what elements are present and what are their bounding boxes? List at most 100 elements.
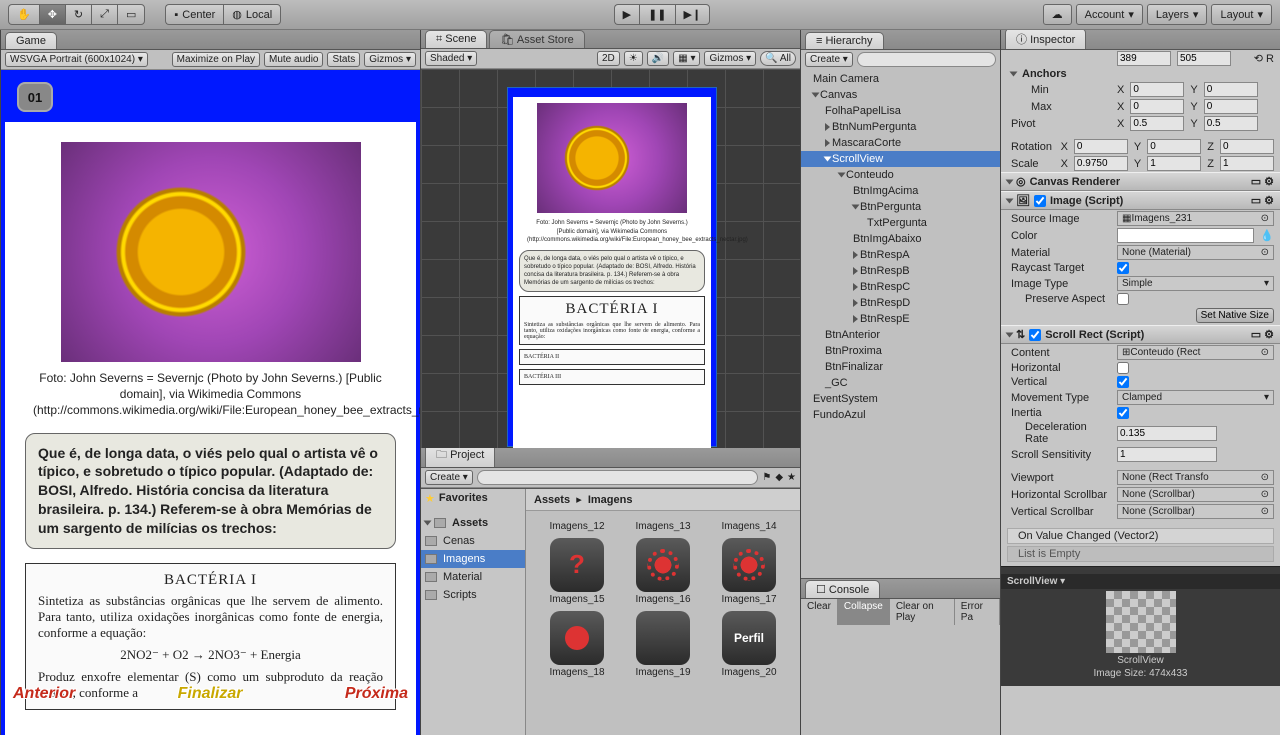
rotate-tool[interactable]: ↻ (65, 4, 91, 25)
set-native-size-button[interactable]: Set Native Size (1196, 308, 1274, 323)
pivot-local-button[interactable]: ◍ Local (223, 4, 281, 25)
search-save-icon[interactable]: ★ (787, 472, 796, 483)
image-enabled[interactable] (1034, 195, 1046, 207)
hier-ant[interactable]: BtnAnterior (801, 327, 1000, 343)
tab-scene[interactable]: ⌗ Scene (425, 30, 487, 48)
scrollrect-enabled[interactable] (1029, 329, 1041, 341)
asset-item[interactable]: Imagens_18 (538, 611, 616, 678)
asset-item[interactable]: Imagens_19 (624, 611, 702, 678)
tab-game[interactable]: Game (5, 32, 57, 49)
hier-resp-d[interactable]: BtnRespD (801, 295, 1000, 311)
rot-x[interactable] (1074, 139, 1128, 154)
scene-viewport[interactable]: Foto: John Severns = Severnjc (Photo by … (421, 69, 800, 447)
horizontal-checkbox[interactable] (1117, 362, 1129, 374)
hier-main-camera[interactable]: Main Camera (801, 71, 1000, 87)
asset-item[interactable]: Imagens_17 (710, 538, 788, 605)
favorites-row[interactable]: ★Favorites (421, 489, 525, 508)
hier-btnnum[interactable]: BtnNumPergunta (801, 119, 1000, 135)
aspect-dropdown[interactable]: WSVGA Portrait (600x1024) ▾ (5, 52, 148, 67)
audio-toggle-icon[interactable]: 🔊 (647, 51, 669, 66)
pause-button[interactable]: ❚❚ (639, 4, 674, 25)
fx-toggle-icon[interactable]: ▦ ▾ (673, 51, 700, 66)
hierarchy-search[interactable] (857, 52, 996, 67)
anchor-min-y[interactable] (1204, 82, 1258, 97)
move-tool[interactable]: ✥ (39, 4, 65, 25)
anchor-max-x[interactable] (1130, 99, 1184, 114)
hier-resp-a[interactable]: BtnRespA (801, 247, 1000, 263)
viewport-slot[interactable]: None (Rect Transfo⊙ (1117, 470, 1274, 485)
layout-dropdown[interactable]: Layout ▾ (1211, 4, 1272, 25)
color-field[interactable] (1117, 228, 1254, 243)
hier-prox[interactable]: BtnProxima (801, 343, 1000, 359)
cloud-button[interactable]: ☁ (1043, 4, 1072, 25)
mute-toggle[interactable]: Mute audio (264, 52, 323, 67)
draw-mode-dropdown[interactable]: Shaded ▾ (425, 51, 477, 66)
hier-btn-pergunta[interactable]: BtnPergunta (801, 199, 1000, 215)
hier-folha[interactable]: FolhaPapelLisa (801, 103, 1000, 119)
console-error-pause[interactable]: Error Pa (955, 599, 1000, 625)
imagetype-dropdown[interactable]: Simple▾ (1117, 276, 1274, 291)
hierarchy-create-dropdown[interactable]: Create ▾ (805, 52, 853, 67)
hier-resp-e[interactable]: BtnRespE (801, 311, 1000, 327)
scene-search[interactable]: 🔍 All (760, 51, 796, 66)
project-breadcrumb[interactable]: Assets ▸ Imagens (526, 489, 800, 511)
rot-z[interactable] (1220, 139, 1274, 154)
asset-item[interactable]: PerfilImagens_20 (710, 611, 788, 678)
pos-x[interactable] (1117, 51, 1171, 66)
asset-item[interactable]: Imagens_15 (538, 538, 616, 605)
scale-x[interactable] (1074, 156, 1128, 171)
finish-button[interactable]: Finalizar (178, 685, 243, 703)
anchor-max-y[interactable] (1204, 99, 1258, 114)
hier-gc[interactable]: _GC (801, 375, 1000, 391)
preserve-checkbox[interactable] (1117, 293, 1129, 305)
prev-button[interactable]: Anterior (13, 685, 75, 703)
search-filter-icon[interactable]: ⚑ (762, 472, 771, 483)
scale-tool[interactable]: ⤢ (91, 4, 117, 25)
2d-toggle[interactable]: 2D (597, 51, 620, 66)
image-header[interactable]: 🖼 Image (Script)▭ ⚙ (1001, 191, 1280, 210)
scale-z[interactable] (1220, 156, 1274, 171)
hier-fin[interactable]: BtnFinalizar (801, 359, 1000, 375)
next-button[interactable]: Próxima (345, 685, 408, 703)
project-search[interactable] (477, 470, 759, 485)
hier-conteudo[interactable]: Conteudo (801, 167, 1000, 183)
raycast-checkbox[interactable] (1117, 262, 1129, 274)
stats-toggle[interactable]: Stats (327, 52, 360, 67)
material-slot[interactable]: None (Material)⊙ (1117, 245, 1274, 260)
pivot-center-button[interactable]: ▪ Center (165, 4, 223, 25)
folder-imagens[interactable]: Imagens (421, 550, 525, 568)
pos-y[interactable] (1177, 51, 1231, 66)
asset-item[interactable]: Imagens_16 (624, 538, 702, 605)
hier-mascara[interactable]: MascaraCorte (801, 135, 1000, 151)
hier-scrollview[interactable]: ScrollView (801, 151, 1000, 167)
tab-console[interactable]: ☐ Console (805, 580, 880, 598)
layers-dropdown[interactable]: Layers ▾ (1147, 4, 1208, 25)
hsb-slot[interactable]: None (Scrollbar)⊙ (1117, 487, 1274, 502)
hand-tool[interactable]: ✋ (8, 4, 39, 25)
hier-resp-c[interactable]: BtnRespC (801, 279, 1000, 295)
sens-input[interactable] (1117, 447, 1217, 462)
tab-hierarchy[interactable]: ≡ Hierarchy (805, 32, 884, 49)
pivot-x[interactable] (1130, 116, 1184, 131)
pivot-y[interactable] (1204, 116, 1258, 131)
scale-y[interactable] (1147, 156, 1201, 171)
hier-canvas[interactable]: Canvas (801, 87, 1000, 103)
folder-material[interactable]: Material (421, 568, 525, 586)
play-button[interactable]: ▶ (614, 4, 639, 25)
asset-item[interactable]: Imagens_13 (624, 521, 702, 532)
scrollrect-header[interactable]: ⇅ Scroll Rect (Script)▭ ⚙ (1001, 325, 1280, 344)
assets-row[interactable]: Assets (421, 514, 525, 532)
project-create-dropdown[interactable]: Create ▾ (425, 470, 473, 485)
tab-asset-store[interactable]: 🛍 Asset Store (489, 30, 584, 48)
vsb-slot[interactable]: None (Scrollbar)⊙ (1117, 504, 1274, 519)
vertical-checkbox[interactable] (1117, 376, 1129, 388)
account-dropdown[interactable]: Account ▾ (1076, 4, 1143, 25)
hier-btn-abaixo[interactable]: BtnImgAbaixo (801, 231, 1000, 247)
console-collapse[interactable]: Collapse (838, 599, 890, 625)
step-button[interactable]: ▶❙ (675, 4, 711, 25)
rect-tool[interactable]: ▭ (117, 4, 145, 25)
canvasrenderer-header[interactable]: ◎ Canvas Renderer▭ ⚙ (1001, 172, 1280, 191)
content-slot[interactable]: ⊞ Conteudo (Rect⊙ (1117, 345, 1274, 360)
hier-btn-acima[interactable]: BtnImgAcima (801, 183, 1000, 199)
rot-y[interactable] (1147, 139, 1201, 154)
